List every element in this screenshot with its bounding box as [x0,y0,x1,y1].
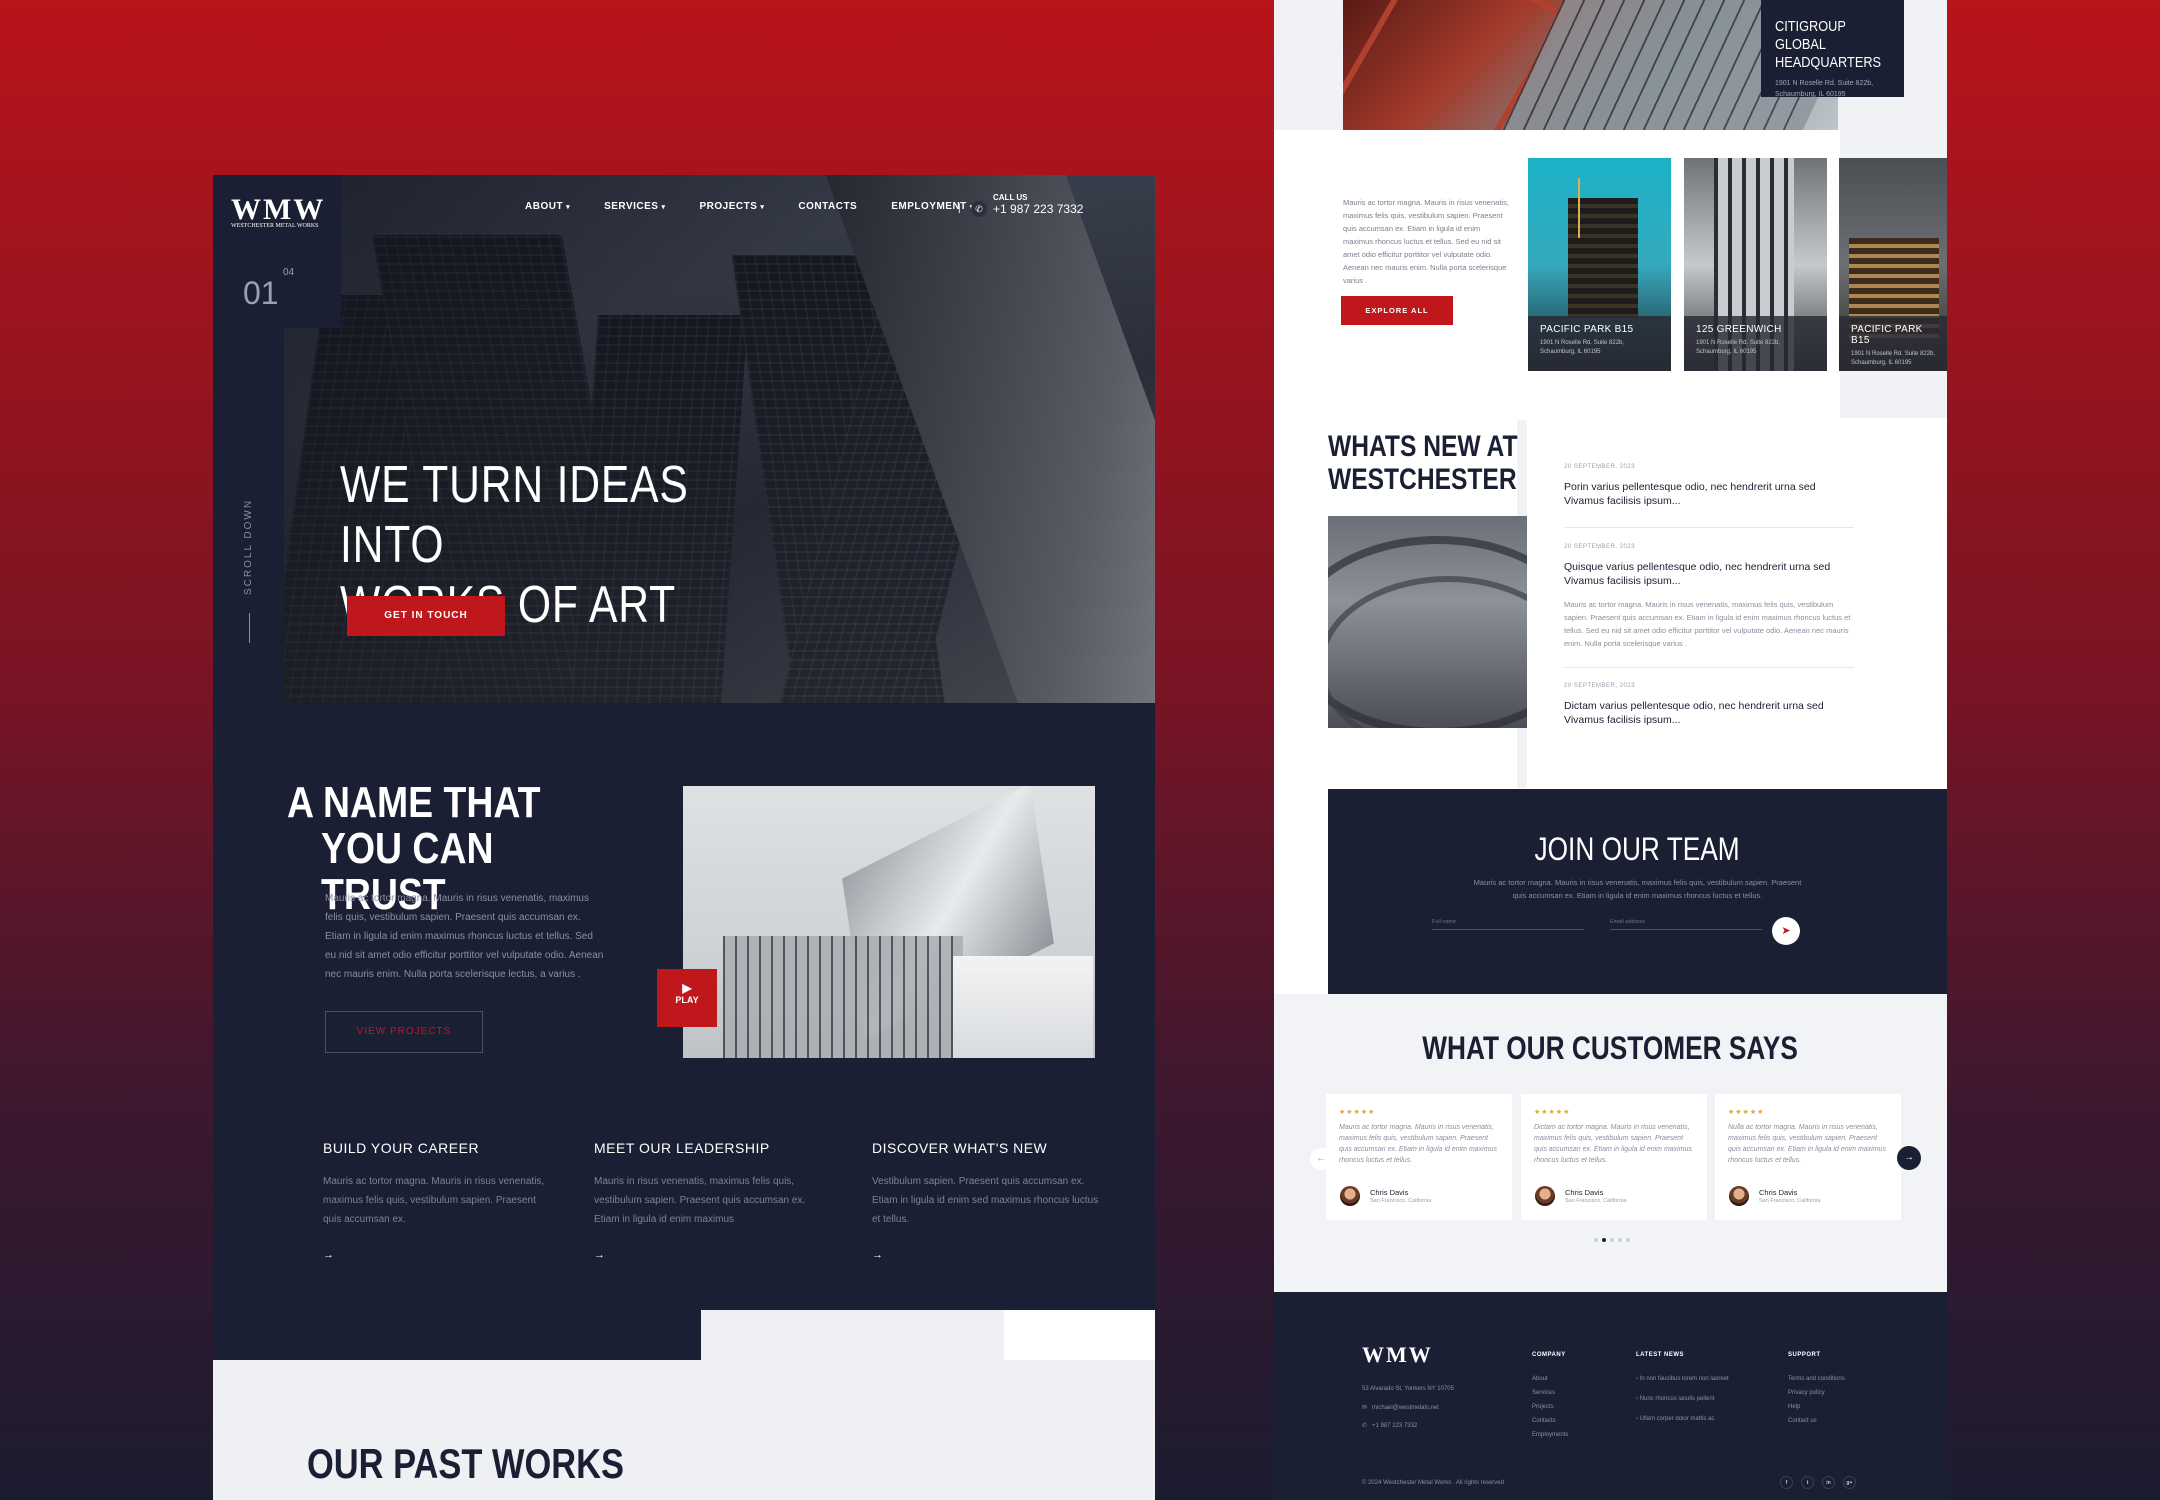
rating-stars: ★★★★★ [1728,1109,1765,1116]
rating-stars: ★★★★★ [1534,1109,1571,1116]
avatar [1535,1186,1555,1206]
card-discover-new[interactable]: DISCOVER WHAT'S NEW Vestibulum sapien. Pr… [872,1140,1102,1261]
project-card[interactable]: PACIFIC PARK B15 1901 N Roselle Rd. Suite… [1528,158,1671,371]
projects-intro-body: Mauris ac tortor magna. Mauris in risus … [1343,198,1509,285]
section-divider [213,1310,701,1360]
email-field[interactable]: Email address [1610,919,1762,930]
view-projects-button[interactable]: VIEW PROJECTS [325,1011,483,1053]
carousel-prev-button[interactable]: ← [1310,1148,1332,1170]
scroll-down-line [249,613,250,643]
divider [1564,667,1854,668]
card-leadership[interactable]: MEET OUR LEADERSHIP Mauris in risus venen… [594,1140,824,1261]
footer-link[interactable]: Services [1532,1390,1568,1396]
explore-all-button[interactable]: EXPLORE ALL [1341,296,1453,325]
testimonial-card: ★★★★★ Dictam ac tortor magna. Mauris in … [1521,1094,1707,1220]
building-image [683,786,1095,1058]
bridge-image [1328,516,1527,728]
chevron-down-icon: ▾ [566,204,571,211]
main-nav: ABOUT ▾ SERVICES ▾ PROJECTS ▾ CONTACTS EMPL… [525,201,1008,212]
google-plus-icon[interactable]: g+ [1843,1476,1856,1489]
twitter-icon[interactable]: t [1801,1476,1814,1489]
rating-stars: ★★★★★ [1339,1109,1376,1116]
join-team-body: Mauris ac tortor magna. Mauris in risus … [1473,878,1802,900]
footer-company: COMPANY About Services Projects Contacts… [1532,1352,1569,1438]
arrow-right-icon[interactable]: → [323,1249,553,1261]
scroll-down-label[interactable]: SCROLL DOWN [243,499,254,595]
phone-icon: ✆ [1362,1423,1368,1429]
paper-plane-icon[interactable]: ➤ [1772,917,1800,945]
footer-address: 53 Alvarado St, Yonkers NY 10705 [1362,1386,1454,1392]
footer: WMW 53 Alvarado St, Yonkers NY 10705 ✉ m… [1274,1292,1947,1500]
testimonials-title: WHAT OUR CUSTOMER SAYS [1422,1030,1799,1066]
nav-item-contacts[interactable]: CONTACTS [798,201,857,212]
nav-item-employment[interactable]: EMPLOYMENT▾ [891,201,974,212]
footer-latest-news: LATEST NEWS › In non faucibus lorem non … [1636,1352,1729,1422]
homepage-hero-mockup: WMW WESTCHESTER METAL WORKS 01 04 SCROLL … [213,175,1155,1500]
slide-counter-panel: WMW WESTCHESTER METAL WORKS 01 04 [213,175,341,328]
nav-item-projects[interactable]: PROJECTS ▾ [699,201,764,212]
footer-phone[interactable]: ✆ +1 987 223 7332 [1362,1422,1417,1429]
footer-logo[interactable]: WMW [1362,1342,1433,1368]
news-title: WHATS NEW AT WESTCHESTER [1328,430,1518,496]
footer-link[interactable]: Help [1788,1404,1845,1410]
project-card[interactable]: 125 GREENWICH 1901 N Roselle Rd. Suite 82… [1684,158,1827,371]
nav-item-services[interactable]: SERVICES ▾ [604,201,665,212]
phone-icon: ✆ [971,201,987,217]
footer-news-link[interactable]: › Nunc rhoncus iaculis pellent [1636,1396,1729,1402]
trust-body: Mauris ac tortor magna. Mauris in risus … [325,893,604,980]
linkedin-icon[interactable]: in [1822,1476,1835,1489]
call-us[interactable]: ✆ CALL US +1 987 223 7332 [971,193,1083,217]
card-build-career[interactable]: BUILD YOUR CAREER Mauris ac tortor magna.… [323,1140,553,1261]
testimonial-card: ★★★★★ Nulla ac tortor magna. Mauris in r… [1715,1094,1901,1220]
news-item[interactable]: 20 SEPTEMBER, 2023 Porin varius pellente… [1564,464,1854,508]
get-in-touch-button[interactable]: GET IN TOUCH [347,596,505,636]
footer-link[interactable]: About [1532,1376,1568,1382]
play-icon: ▶ [682,981,692,995]
footer-link[interactable]: Employments [1532,1432,1568,1438]
arrow-right-icon[interactable]: → [872,1249,1102,1261]
news-item[interactable]: 20 SEPTEMBER, 2023 Quisque varius pellen… [1564,544,1854,650]
past-works-title: OUR PAST WORKS [307,1440,624,1487]
carousel-dots[interactable] [1594,1238,1630,1242]
nav-separator: | [958,203,961,214]
avatar [1340,1186,1360,1206]
footer-support: SUPPORT Terms and conditions Privacy pol… [1788,1352,1845,1424]
avatar [1729,1186,1749,1206]
join-team-title: JOIN OUR TEAM [1534,831,1741,867]
footer-news-link[interactable]: › In non faucibus lorem non laoreet [1636,1376,1729,1382]
testimonial-card: ★★★★★ Mauris ac tortor magna. Mauris in … [1326,1094,1512,1220]
footer-link[interactable]: Contacts [1532,1418,1568,1424]
carousel-next-button[interactable]: → [1897,1146,1921,1170]
footer-link[interactable]: Terms and conditions [1788,1376,1845,1382]
project-card[interactable]: PACIFIC PARK B15 1901 N Roselle Rd. Suite… [1839,158,1947,371]
slide-counter-total: 04 [283,267,295,278]
footer-link[interactable]: Projects [1532,1404,1568,1410]
nav-item-about[interactable]: ABOUT ▾ [525,201,570,212]
chevron-down-icon: ▾ [760,204,765,211]
homepage-lower-mockup: CITIGROUP GLOBAL HEADQUARTERS 1901 N Ros… [1274,0,1947,1500]
arrow-right-icon[interactable]: → [594,1249,824,1261]
news-item[interactable]: 20 SEPTEMBER, 2023 Dictam varius pellent… [1564,683,1854,727]
mail-icon: ✉ [1362,1405,1368,1411]
featured-project-caption[interactable]: CITIGROUP GLOBAL HEADQUARTERS 1901 N Ros… [1761,0,1904,98]
full-name-field[interactable]: Full name [1432,919,1584,930]
call-us-number[interactable]: +1 987 223 7332 [993,202,1083,216]
join-team-section: JOIN OUR TEAM Mauris ac tortor magna. Ma… [1328,789,1947,994]
footer-link[interactable]: Privacy policy [1788,1390,1845,1396]
copyright: © 2024 Westchester Metal Works . All rig… [1362,1480,1504,1486]
footer-news-link[interactable]: › Ullam corper dolor mattis ac [1636,1416,1729,1422]
footer-email[interactable]: ✉ michael@westmetals.net [1362,1404,1439,1411]
call-us-label: CALL US [993,193,1028,202]
chevron-down-icon: ▾ [661,204,666,211]
facebook-icon[interactable]: f [1780,1476,1793,1489]
play-video-button[interactable]: ▶ PLAY [657,969,717,1027]
footer-link[interactable]: Contact us [1788,1418,1845,1424]
divider [1564,527,1854,528]
logo[interactable]: WMW WESTCHESTER METAL WORKS [231,193,325,229]
slide-counter-current: 01 [243,275,279,311]
social-links: f t in g+ [1780,1476,1856,1489]
section-divider-light [701,1310,1004,1360]
